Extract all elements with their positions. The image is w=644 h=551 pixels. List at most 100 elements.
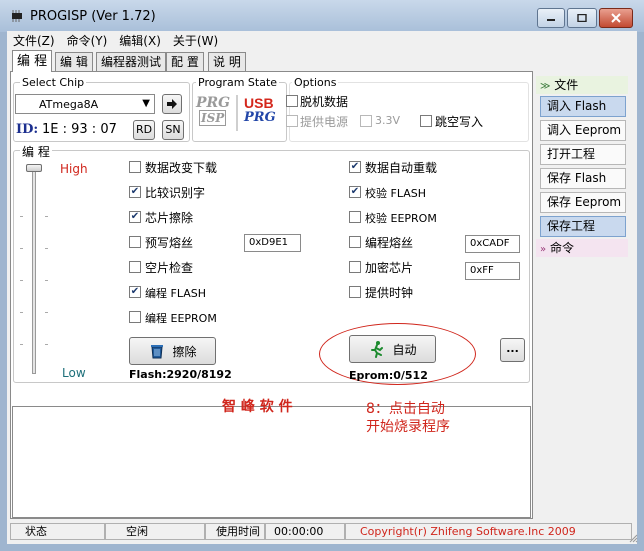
offline-checkbox[interactable]: [286, 95, 298, 107]
auto-button[interactable]: 自动: [349, 335, 436, 363]
sidebar-command-header-label: 命令: [549, 241, 574, 255]
go-button[interactable]: [162, 94, 182, 114]
sidebar-item-load-eeprom[interactable]: 调入 Eeprom: [540, 120, 626, 141]
skip-empty-checkbox[interactable]: [420, 115, 432, 127]
status-label: 状态: [10, 523, 105, 540]
v33-checkbox[interactable]: [360, 115, 372, 127]
speed-high-label: High: [60, 162, 88, 176]
recycle-bin-icon: [151, 345, 164, 359]
chip-icon: [10, 10, 24, 22]
menu-edit[interactable]: 编辑(X): [113, 32, 167, 49]
options-group: [289, 82, 529, 142]
power-checkbox[interactable]: [286, 115, 298, 127]
sidebar-empty-area: [536, 257, 630, 519]
lock-chip-checkbox[interactable]: [349, 261, 361, 273]
speed-slider-track[interactable]: [32, 168, 36, 374]
sidebar-item-load-flash[interactable]: 调入 Flash: [540, 96, 626, 117]
slider-tick: [45, 312, 48, 313]
program-legend: 编 程: [20, 143, 52, 160]
sidebar-item-open-project[interactable]: 打开工程: [540, 144, 626, 165]
elapsed-value: 00:00:00: [265, 523, 345, 540]
program-fuse-checkbox[interactable]: [349, 236, 361, 248]
program-fuse-value-field[interactable]: 0xCADF: [465, 235, 520, 253]
sidebar-file-header-label: 文件: [554, 78, 579, 92]
slider-tick: [45, 344, 48, 345]
verify-flash-checkbox[interactable]: ✔: [349, 186, 361, 198]
sidebar-item-save-flash[interactable]: 保存 Flash: [540, 168, 626, 189]
prewrite-fuse-checkbox[interactable]: [129, 236, 141, 248]
tab-config[interactable]: 配 置: [166, 52, 204, 71]
rd-button[interactable]: RD: [133, 120, 155, 140]
program-flash-label: 编程 FLASH: [145, 287, 206, 300]
verify-eeprom-label: 校验 EEPROM: [365, 212, 437, 225]
close-icon: [611, 13, 621, 23]
v33-label: 3.3V: [375, 114, 401, 127]
chip-erase-label: 芯片擦除: [145, 211, 194, 225]
sidebar-item-save-eeprom[interactable]: 保存 Eeprom: [540, 192, 626, 213]
prg-bottom-text: ISP: [199, 110, 227, 126]
minimize-icon: [547, 19, 555, 21]
program-eeprom-checkbox[interactable]: [129, 311, 141, 323]
id-value: 1E : 93 : 07: [42, 122, 117, 137]
slider-tick: [20, 248, 23, 249]
chip-erase-checkbox[interactable]: ✔: [129, 211, 141, 223]
program-fuse-label: 编程熔丝: [365, 236, 414, 250]
chevron-double-down-icon: ≫: [540, 81, 551, 92]
status-value: 空闲: [105, 523, 205, 540]
chevron-down-icon: ▼: [142, 98, 150, 109]
prewrite-fuse-label: 预写熔丝: [145, 236, 194, 250]
prewrite-fuse-value-field[interactable]: 0xD9E1: [244, 234, 301, 252]
chevron-double-right-icon: »: [540, 244, 547, 255]
minimize-button[interactable]: [537, 8, 565, 28]
sidebar-file-header[interactable]: ≫ 文件: [536, 76, 628, 94]
provide-clock-label: 提供时钟: [365, 286, 414, 300]
id-label: ID:: [16, 122, 39, 137]
compare-signature-checkbox[interactable]: ✔: [129, 186, 141, 198]
watermark-text: 智 峰 软 件: [222, 399, 293, 415]
more-button[interactable]: ...: [500, 338, 525, 362]
offline-label: 脱机数据: [300, 95, 349, 109]
arrow-right-icon: [167, 99, 177, 109]
copyright-text: Copyright(r) Zhifeng Software.Inc 2009: [345, 523, 632, 540]
log-output[interactable]: [12, 406, 531, 518]
erase-button-label: 擦除: [172, 344, 197, 359]
prg-top-text: PRG: [196, 95, 231, 111]
close-button[interactable]: [599, 8, 633, 28]
menu-file[interactable]: 文件(Z): [7, 32, 61, 49]
resize-grip-icon[interactable]: [628, 532, 638, 543]
menu-about[interactable]: 关于(W): [167, 32, 224, 49]
speed-low-label: Low: [62, 366, 86, 380]
provide-clock-checkbox[interactable]: [349, 286, 361, 298]
chip-select-value: ATmega8A: [39, 98, 99, 111]
sidebar-item-save-project[interactable]: 保存工程: [540, 216, 626, 237]
sidebar-command-header[interactable]: » 命令: [536, 239, 628, 257]
slider-tick: [20, 216, 23, 217]
sn-button[interactable]: SN: [162, 120, 184, 140]
auto-reload-checkbox[interactable]: ✔: [349, 161, 361, 173]
tab-help[interactable]: 说 明: [208, 52, 246, 71]
chip-select[interactable]: ATmega8A ▼: [15, 94, 155, 114]
verify-flash-label: 校验 FLASH: [365, 187, 426, 200]
blank-check-checkbox[interactable]: [129, 261, 141, 273]
tab-programmer-test[interactable]: 编程器测试: [96, 52, 167, 71]
lock-chip-label: 加密芯片: [365, 261, 414, 275]
lock-value-field[interactable]: 0xFF: [465, 262, 520, 280]
select-chip-legend: Select Chip: [20, 76, 87, 89]
maximize-button[interactable]: [567, 8, 597, 28]
slider-tick: [45, 248, 48, 249]
power-label: 提供电源: [300, 115, 349, 129]
verify-eeprom-checkbox[interactable]: [349, 211, 361, 223]
program-flash-checkbox[interactable]: ✔: [129, 286, 141, 298]
slider-tick: [20, 344, 23, 345]
options-legend: Options: [292, 76, 339, 89]
running-man-icon: [371, 341, 384, 358]
menu-command[interactable]: 命令(Y): [61, 32, 114, 49]
speed-slider-handle[interactable]: [26, 164, 42, 172]
erase-button[interactable]: 擦除: [129, 337, 216, 365]
data-change-download-checkbox[interactable]: [129, 161, 141, 173]
slider-tick: [45, 280, 48, 281]
eeprom-usage: Eprom:0/512: [349, 369, 428, 382]
tab-edit[interactable]: 编 辑: [55, 52, 93, 71]
tab-program[interactable]: 编 程: [12, 50, 53, 72]
logo-divider: [236, 95, 238, 131]
